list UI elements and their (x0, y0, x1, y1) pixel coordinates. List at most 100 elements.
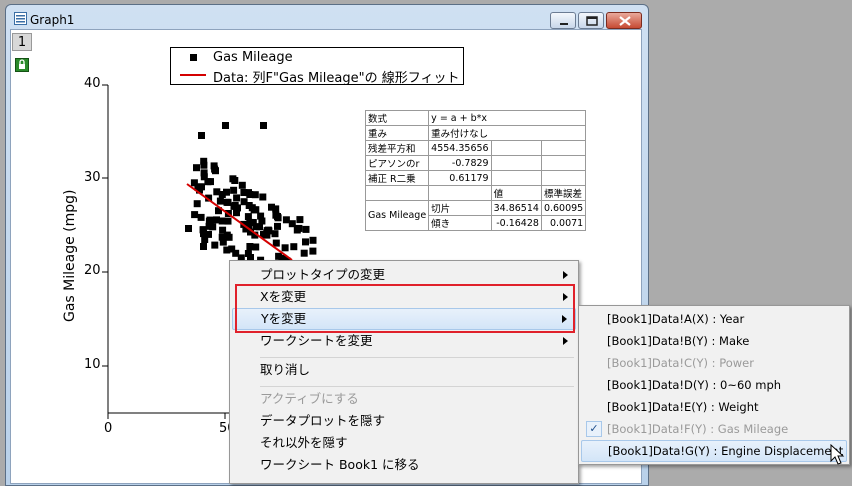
menu-item-undo[interactable]: 取り消し (232, 359, 576, 381)
value-cell: y = a + b*x (428, 110, 587, 126)
scatter-point (207, 178, 214, 186)
header-cell: 値 (490, 185, 542, 201)
menu-item-change-plot-type[interactable]: プロットタイプの変更 (232, 264, 576, 286)
menu-item-hide-data-plot[interactable]: データプロットを隠す (232, 410, 576, 432)
submenu-item-0-60-mph[interactable]: [Book1]Data!D(Y) : 0~60 mph (581, 374, 847, 396)
scatter-point (197, 213, 205, 221)
scatter-point (293, 226, 301, 234)
scatter-point (281, 244, 289, 252)
value-cell: 重み付けなし (428, 125, 587, 141)
value-cell: 0.61179 (428, 170, 492, 186)
value-cell: 0.60095 (540, 200, 587, 216)
checkmark-icon: ✓ (586, 421, 602, 437)
scatter-point (274, 222, 281, 230)
submenu-item-label: [Book1]Data!D(Y) : 0~60 mph (607, 378, 782, 392)
menu-item-hide-others[interactable]: それ以外を隠す (232, 432, 576, 454)
y-axis-label[interactable]: Gas Mileage (mpg) (62, 189, 78, 322)
scatter-point (200, 161, 208, 169)
scatter-point (219, 226, 227, 234)
scatter-point (200, 243, 207, 250)
submenu-item-power: [Book1]Data!C(Y) : Power (581, 352, 847, 374)
scatter-point (200, 173, 208, 181)
value-cell: -0.16428 (490, 215, 542, 231)
ytick-40: 40 (84, 76, 101, 91)
scatter-point (228, 245, 236, 253)
submenu-item-year[interactable]: [Book1]Data!A(X) : Year (581, 308, 847, 330)
label-cell: 数式 (364, 110, 430, 126)
scatter-point (233, 194, 241, 202)
scatter-point (185, 225, 192, 232)
label-cell: 補正 R二乗 (364, 170, 430, 186)
scatter-point (290, 243, 298, 251)
label-cell: 切片 (428, 200, 492, 216)
scatter-point (211, 241, 219, 249)
fit-results-table[interactable]: 数式 y = a + b*x 重み 重み付けなし 残差平方和 4554.35656 ピ… (364, 110, 587, 231)
scatter-point (271, 230, 279, 238)
menu-item-change-worksheet[interactable]: ワークシートを変更 (232, 330, 576, 352)
submenu-item-label: [Book1]Data!G(Y) : Engine Displacement (608, 444, 844, 458)
scatter-point (268, 203, 275, 211)
scatter-point (216, 197, 224, 205)
menu-item-label: アクティブにする (260, 391, 359, 406)
menu-item-label: ワークシートを変更 (260, 333, 373, 348)
scatter-point (296, 216, 304, 224)
scatter-point (264, 226, 272, 234)
scatter-point (252, 243, 260, 251)
scatter-point (250, 206, 258, 214)
label-cell: 重み (364, 125, 430, 141)
scatter-point (218, 233, 226, 241)
submenu-item-label: [Book1]Data!F(Y) : Gas Mileage (607, 422, 789, 436)
scatter-point (245, 189, 252, 197)
ytick-20: 20 (84, 263, 101, 278)
group-cell: Gas Mileage (364, 200, 430, 231)
submenu-item-weight[interactable]: [Book1]Data!E(Y) : Weight (581, 396, 847, 418)
scatter-point (224, 198, 232, 206)
scatter-point (300, 249, 308, 257)
ytick-10: 10 (84, 357, 101, 372)
scatter-point (272, 239, 280, 247)
scatter-point (240, 198, 248, 206)
scatter-point (231, 177, 239, 184)
scatter-point (213, 188, 221, 196)
scatter-point (198, 132, 205, 139)
submenu-item-engine-displacement[interactable]: [Book1]Data!G(Y) : Engine Displacement (581, 440, 847, 462)
label-cell: ピアソンのr (364, 155, 430, 171)
menu-separator (260, 357, 574, 358)
submenu-item-make[interactable]: [Book1]Data!B(Y) : Make (581, 330, 847, 352)
scatter-point (205, 230, 212, 238)
scatter-point (309, 236, 317, 244)
value-cell: 34.86514 (490, 200, 542, 216)
scatter-point (224, 217, 232, 225)
value-cell: 4554.35656 (428, 140, 492, 156)
scatter-point (251, 191, 259, 199)
menu-item-activate: アクティブにする (232, 388, 576, 410)
scatter-point (244, 213, 252, 221)
scatter-point (206, 216, 214, 224)
value-cell: -0.7829 (428, 155, 492, 171)
scatter-point (210, 162, 218, 170)
scatter-point (309, 247, 317, 255)
scatter-point (191, 211, 199, 219)
scatter-point (259, 193, 267, 201)
menu-item-go-to-worksheet[interactable]: ワークシート Book1 に移る (232, 454, 576, 476)
submenu-item-label: [Book1]Data!C(Y) : Power (607, 356, 754, 370)
scatter-point (257, 212, 265, 220)
submenu-arrow-icon (563, 271, 568, 279)
scatter-point (274, 214, 282, 222)
menu-item-label: 取り消し (260, 362, 311, 377)
value-cell: 0.0071 (540, 215, 587, 231)
header-cell: 標準誤差 (540, 185, 587, 201)
scatter-point (193, 164, 200, 172)
scatter-point (238, 181, 246, 189)
scatter-point (260, 122, 267, 129)
menu-item-label: プロットタイプの変更 (260, 267, 386, 282)
scatter-point (230, 186, 238, 194)
submenu-item-gas-mileage: ✓ [Book1]Data!F(Y) : Gas Mileage (581, 418, 847, 440)
scatter-point (231, 201, 239, 209)
menu-item-label: ワークシート Book1 に移る (260, 457, 420, 472)
submenu-item-label: [Book1]Data!E(Y) : Weight (607, 400, 759, 414)
menu-separator (260, 386, 574, 387)
submenu-item-label: [Book1]Data!B(Y) : Make (607, 334, 750, 348)
menu-item-label: それ以外を隠す (260, 435, 348, 450)
submenu-item-label: [Book1]Data!A(X) : Year (607, 312, 745, 326)
